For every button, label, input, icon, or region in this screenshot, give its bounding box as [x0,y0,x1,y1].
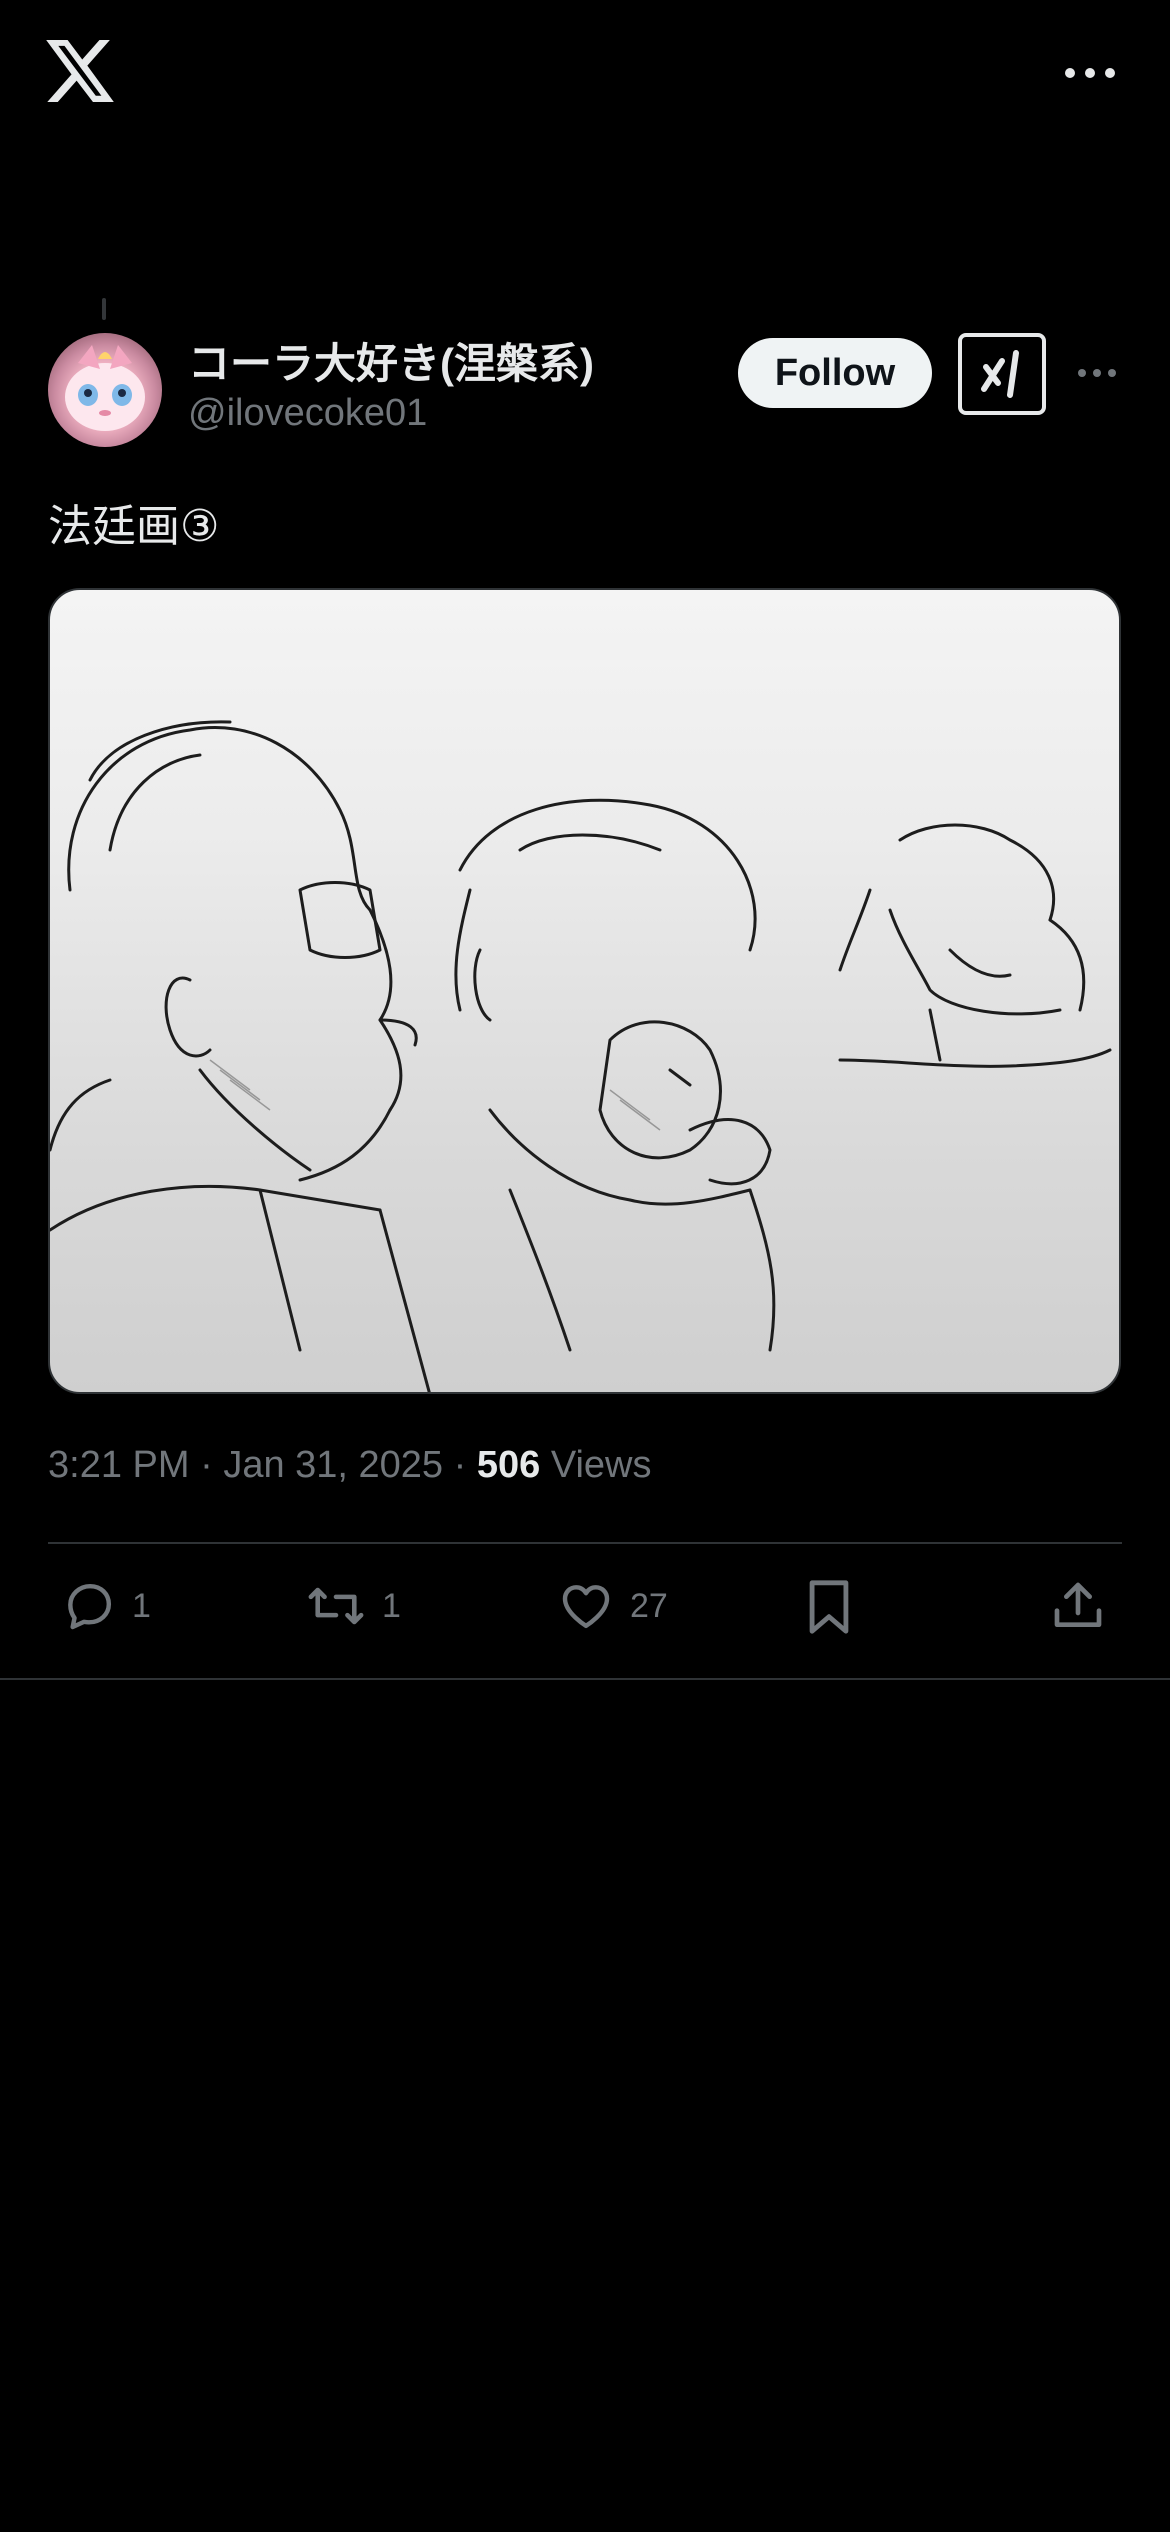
grok-icon [981,350,1019,398]
post-image[interactable] [48,588,1121,1394]
like-icon [562,1585,610,1629]
post-date[interactable]: Jan 31, 2025 [223,1444,443,1486]
follow-button[interactable]: Follow [738,338,932,408]
action-bar: 1 1 27 [0,1570,1170,1652]
post-time[interactable]: 3:21 PM [48,1444,190,1486]
post-meta: 3:21 PM · Jan 31, 2025 · 506 Views [48,1444,652,1487]
top-bar [0,0,1170,150]
grok-button[interactable] [958,333,1046,415]
post-text: 法廷画③ [48,502,220,551]
like-button[interactable]: 27 [556,1578,668,1634]
repost-button[interactable]: 1 [304,1578,401,1634]
display-name[interactable]: コーラ大好き(涅槃系) [188,330,594,391]
divider [48,1542,1122,1544]
courtroom-sketch [50,720,1112,1392]
meta-separator: · [200,1444,213,1486]
repost-count: 1 [382,1586,401,1625]
x-logo-icon[interactable] [46,40,114,102]
bookmark-icon [809,1580,849,1634]
repost-icon [308,1587,364,1625]
handle[interactable]: @ilovecoke01 [188,392,427,435]
share-icon [1054,1582,1102,1627]
bookmark-button[interactable] [804,1578,854,1636]
more-icon[interactable] [1076,362,1118,384]
thread-connector [102,298,106,320]
avatar[interactable] [48,333,162,447]
reply-button[interactable]: 1 [60,1578,151,1634]
divider [0,1678,1170,1680]
meta-separator: · [453,1444,467,1486]
like-count: 27 [630,1586,668,1625]
more-icon[interactable] [1060,58,1120,88]
share-button[interactable] [1050,1578,1106,1634]
views-label: Views [550,1444,652,1486]
reply-icon [68,1583,112,1630]
reply-count: 1 [132,1586,151,1625]
views-count: 506 [476,1444,541,1486]
